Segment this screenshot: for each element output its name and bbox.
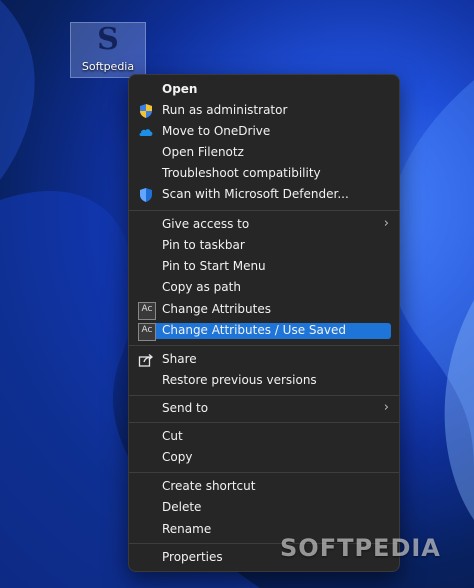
- context-menu: Open Run as administrator Move to OneDri…: [128, 74, 400, 572]
- desktop-shortcut-softpedia[interactable]: S Softpedia: [70, 22, 146, 78]
- change-attributes-icon: Ac: [138, 302, 156, 320]
- menu-item-label: Restore previous versions: [162, 373, 317, 387]
- menu-item-label: Open: [162, 82, 198, 96]
- menu-item-move-to-onedrive[interactable]: Move to OneDrive: [129, 121, 399, 142]
- menu-item-label: Delete: [162, 500, 202, 514]
- menu-item-label: Pin to Start Menu: [162, 259, 266, 273]
- menu-item-run-as-administrator[interactable]: Run as administrator: [129, 100, 399, 121]
- softpedia-watermark: SOFTPEDIA: [280, 534, 441, 562]
- menu-item-pin-to-taskbar[interactable]: Pin to taskbar: [129, 235, 399, 256]
- menu-item-label: Copy as path: [162, 280, 241, 294]
- menu-item-label: Change Attributes: [162, 302, 271, 316]
- desktop-icon-label: Softpedia: [81, 60, 135, 73]
- menu-item-pin-to-start-menu[interactable]: Pin to Start Menu: [129, 256, 399, 277]
- menu-item-open[interactable]: Open: [129, 79, 399, 100]
- menu-item-create-shortcut[interactable]: Create shortcut: [129, 476, 399, 497]
- change-attributes-icon: Ac: [138, 323, 156, 341]
- menu-item-label: Change Attributes / Use Saved: [162, 323, 346, 337]
- menu-item-label: Move to OneDrive: [162, 124, 271, 138]
- menu-item-label: Properties: [162, 550, 223, 564]
- share-icon: [138, 354, 154, 367]
- menu-item-label: Run as administrator: [162, 103, 288, 117]
- menu-item-label: Open Filenotz: [162, 145, 244, 159]
- chevron-right-icon: ›: [383, 400, 389, 415]
- menu-item-give-access-to[interactable]: Give access to ›: [129, 214, 399, 235]
- menu-item-label: Troubleshoot compatibility: [162, 166, 321, 180]
- menu-item-open-filenotz[interactable]: Open Filenotz: [129, 142, 399, 163]
- menu-item-label: Give access to: [162, 217, 250, 231]
- menu-item-copy-as-path[interactable]: Copy as path: [129, 277, 399, 298]
- menu-separator: [129, 422, 399, 423]
- menu-item-label: Create shortcut: [162, 479, 256, 493]
- menu-separator: [129, 345, 399, 346]
- menu-item-label: Rename: [162, 522, 212, 536]
- menu-item-delete[interactable]: Delete: [129, 497, 399, 518]
- menu-item-restore-previous-versions[interactable]: Restore previous versions: [129, 370, 399, 391]
- defender-shield-icon: [140, 188, 152, 202]
- menu-item-label: Pin to taskbar: [162, 238, 245, 252]
- softpedia-logo-icon: S: [97, 22, 119, 57]
- menu-item-label: Cut: [162, 429, 183, 443]
- menu-separator: [129, 395, 399, 396]
- menu-separator: [129, 472, 399, 473]
- menu-item-scan-with-defender[interactable]: Scan with Microsoft Defender...: [129, 184, 399, 205]
- menu-separator: [129, 210, 399, 211]
- menu-item-label: Send to: [162, 401, 209, 415]
- chevron-right-icon: ›: [383, 216, 389, 231]
- uac-shield-icon: [140, 104, 152, 118]
- menu-item-label: Copy: [162, 450, 193, 464]
- menu-item-share[interactable]: Share: [129, 349, 399, 370]
- menu-item-label: Scan with Microsoft Defender...: [162, 187, 349, 201]
- onedrive-cloud-icon: [139, 129, 153, 136]
- menu-item-label: Share: [162, 352, 197, 366]
- menu-item-change-attributes-use-saved[interactable]: Ac Change Attributes / Use Saved: [129, 320, 399, 341]
- menu-item-copy[interactable]: Copy: [129, 447, 399, 468]
- menu-item-troubleshoot-compatibility[interactable]: Troubleshoot compatibility: [129, 163, 399, 184]
- menu-item-cut[interactable]: Cut: [129, 426, 399, 447]
- menu-item-change-attributes[interactable]: Ac Change Attributes: [129, 299, 399, 320]
- menu-item-send-to[interactable]: Send to ›: [129, 398, 399, 419]
